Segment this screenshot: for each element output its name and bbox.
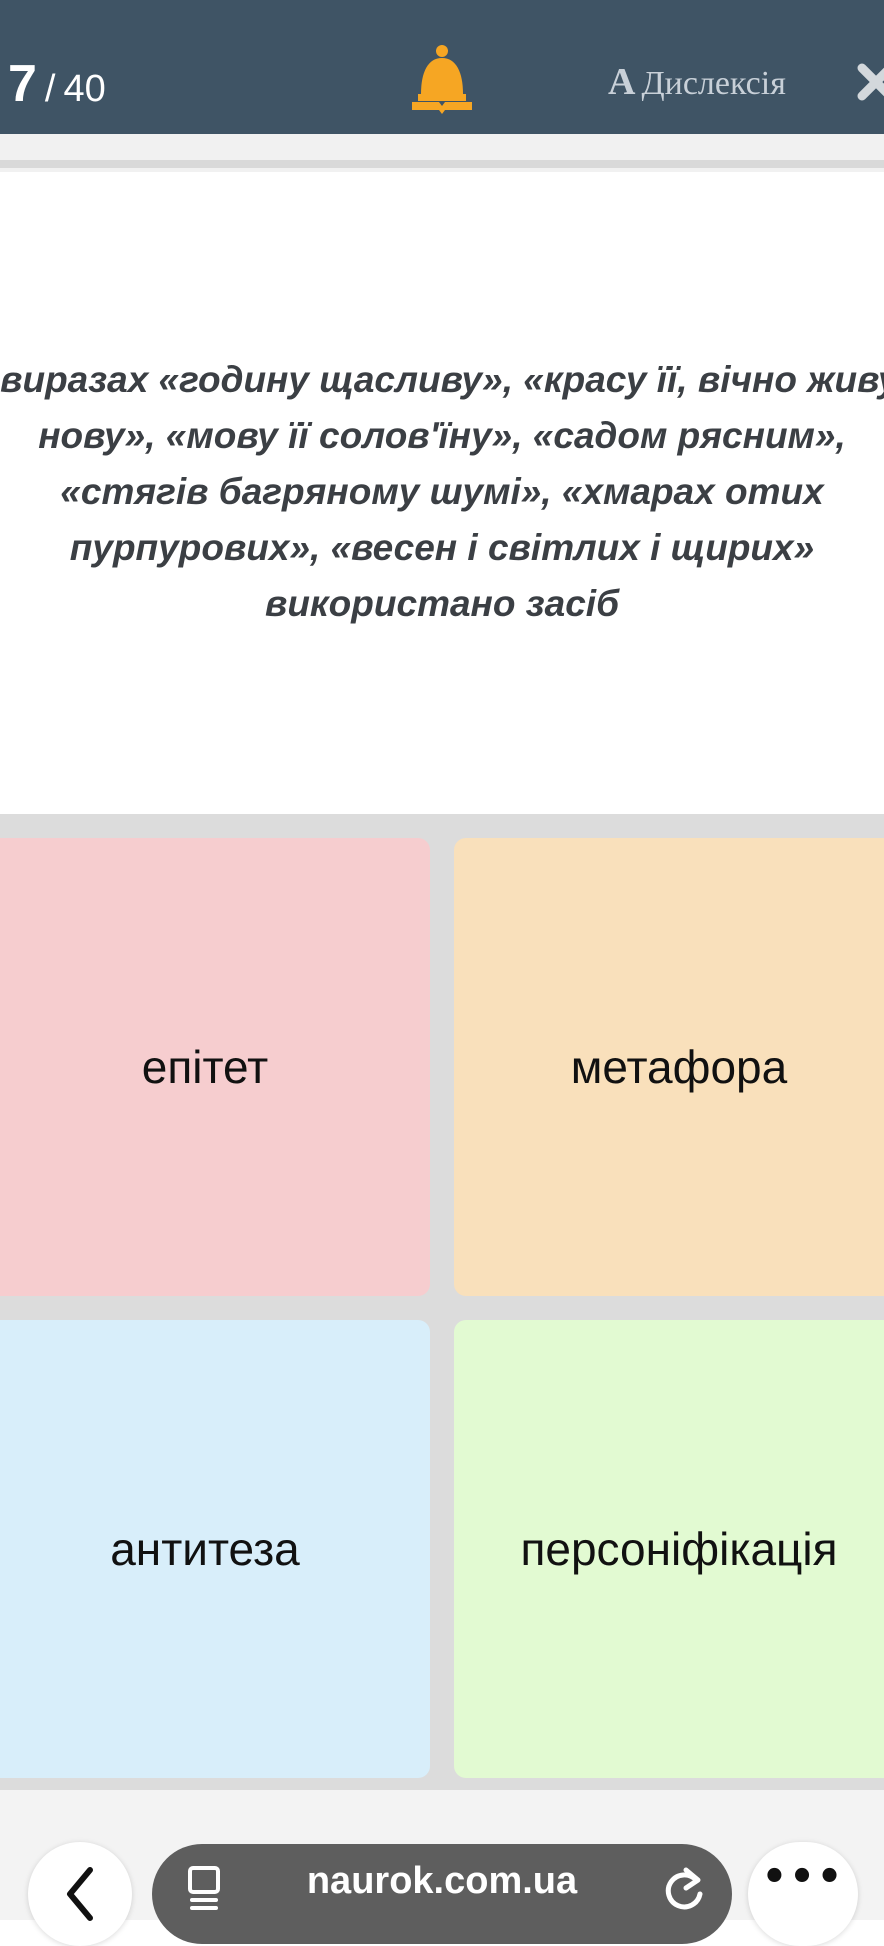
dyslexia-font-icon: A — [608, 61, 636, 103]
back-button[interactable] — [28, 1842, 132, 1946]
answer-option-antithesis[interactable]: антитеза — [0, 1320, 430, 1778]
answer-label: метафора — [570, 1041, 788, 1093]
question-text: У виразах «годину щасливу», «красу її, в… — [0, 359, 884, 624]
answer-option-epithet[interactable]: епітет — [0, 838, 430, 1296]
quiz-header: 7/40 A Дислексія — [0, 0, 884, 134]
total-questions: 40 — [63, 68, 106, 110]
question-panel: У виразах «годину щасливу», «красу її, в… — [0, 172, 884, 814]
answer-label: епітет — [141, 1041, 269, 1093]
answer-label: персоніфікація — [520, 1523, 838, 1575]
address-bar[interactable]: naurok.com.ua — [152, 1844, 732, 1944]
dyslexia-label: Дислексія — [641, 65, 786, 102]
answer-options: епітет метафора антитеза персоніфікація — [0, 814, 884, 1790]
close-icon[interactable] — [856, 60, 884, 104]
answer-option-metaphor[interactable]: метафора — [454, 838, 884, 1296]
more-options-button[interactable]: ••• — [748, 1842, 858, 1946]
question-counter: 7/40 — [8, 54, 106, 114]
bell-icon — [412, 45, 472, 114]
reload-icon[interactable] — [660, 1858, 708, 1922]
current-question-number: 7 — [8, 55, 37, 113]
counter-separator: / — [44, 68, 56, 110]
answer-option-personification[interactable]: персоніфікація — [454, 1320, 884, 1778]
browser-toolbar: naurok.com.ua ••• — [0, 1790, 884, 1946]
url-text: naurok.com.ua — [306, 1860, 578, 1902]
dyslexia-mode-toggle[interactable]: A Дислексія — [608, 60, 786, 104]
more-icon: ••• — [761, 1854, 845, 1900]
chevron-left-icon — [67, 1867, 93, 1921]
header-divider — [0, 134, 884, 172]
answer-label: антитеза — [110, 1523, 300, 1575]
